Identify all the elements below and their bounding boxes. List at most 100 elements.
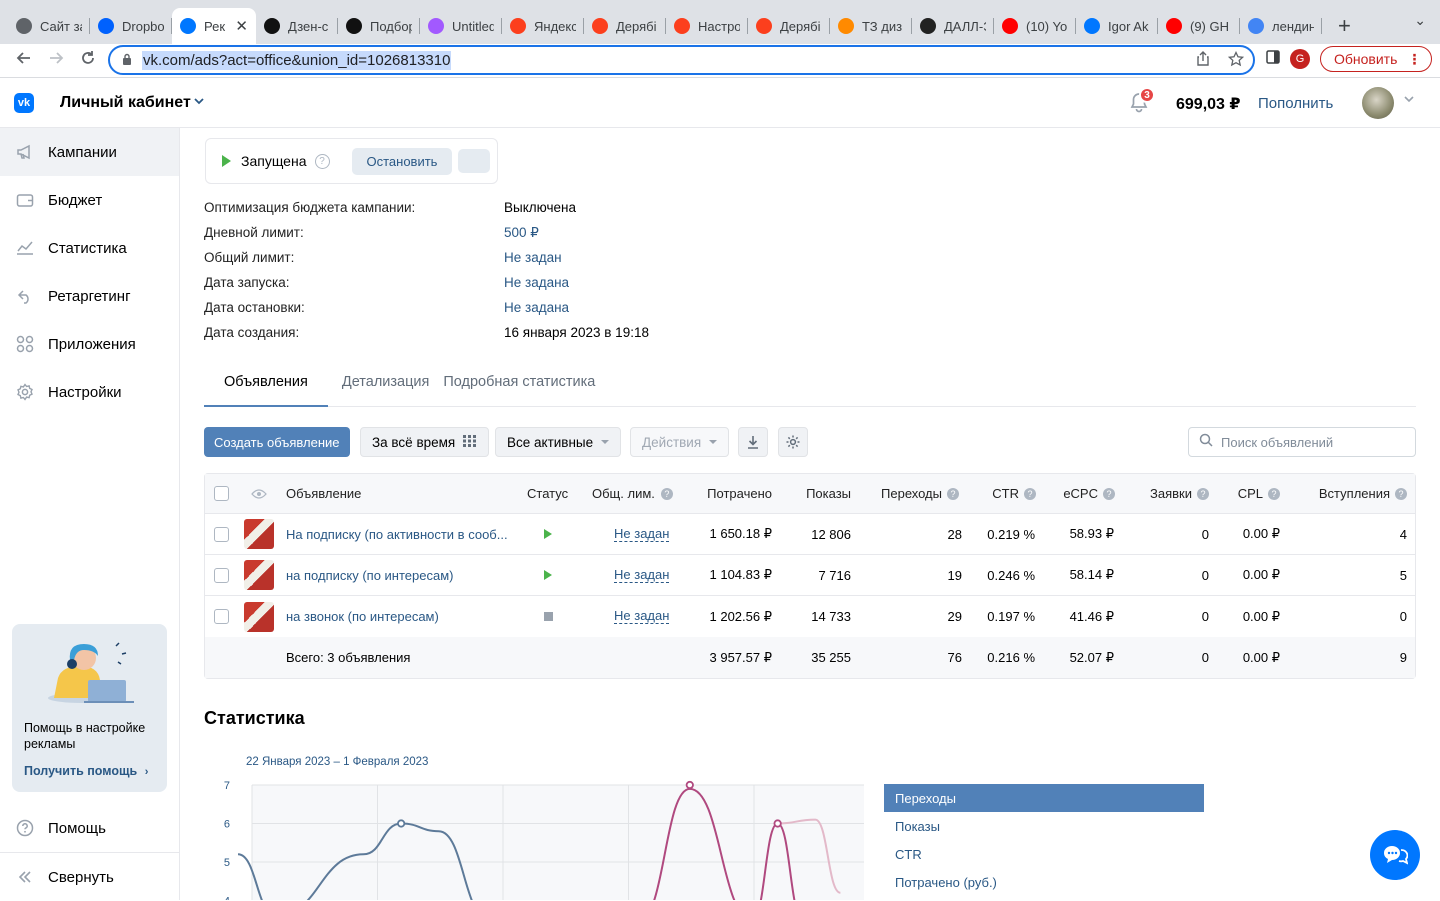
limit-value-link[interactable]: Не задан: [614, 609, 670, 624]
legend-item[interactable]: Переходы: [884, 784, 1204, 812]
question-icon[interactable]: ?: [314, 153, 330, 169]
ad-name-link[interactable]: на подписку (по интересам): [286, 568, 453, 583]
chat-support-button[interactable]: [1370, 830, 1420, 880]
row-checkbox[interactable]: [214, 526, 229, 542]
ad-name-link[interactable]: На подписку (по активности в сооб...: [286, 527, 508, 542]
ad-name-link[interactable]: на звонок (по интересам): [286, 609, 439, 624]
ad-thumbnail[interactable]: [244, 601, 274, 632]
sidebar-item-apps[interactable]: Приложения: [0, 320, 179, 368]
sidebar-item-retargeting[interactable]: Ретаргетинг: [0, 272, 179, 320]
browser-tab[interactable]: Яндекс: [502, 8, 584, 44]
running-status-icon[interactable]: [544, 529, 552, 539]
download-icon[interactable]: [738, 427, 768, 457]
back-arrow-icon[interactable]: [8, 50, 40, 71]
actions-dropdown[interactable]: Действия: [630, 427, 730, 457]
sidebar-item-settings[interactable]: Настройки: [0, 368, 179, 416]
select-all-checkbox[interactable]: [214, 486, 229, 501]
browser-tab[interactable]: (9) GH: [1158, 8, 1240, 44]
ad-thumbnail[interactable]: [244, 519, 274, 549]
profile-avatar[interactable]: G: [1290, 49, 1310, 69]
tab-search-chevron-icon[interactable]: ⌄: [1414, 12, 1426, 29]
column-header-status[interactable]: Статус: [527, 474, 568, 513]
browser-tab[interactable]: Подбор: [338, 8, 420, 44]
page-title[interactable]: Личный кабинет: [60, 94, 191, 112]
sidebar-collapse-button[interactable]: Свернуть: [0, 853, 180, 901]
column-header-joins[interactable]: Вступления?: [1319, 474, 1407, 513]
question-icon[interactable]: ?: [1395, 487, 1407, 500]
column-header-spent[interactable]: Потрачено: [707, 474, 772, 513]
url-text[interactable]: vk.com/ads?act=office&union_id=102681331…: [142, 50, 452, 70]
ad-thumbnail[interactable]: [244, 560, 274, 590]
filter-dropdown[interactable]: Все активные: [495, 427, 622, 457]
tab-details[interactable]: Детализация: [328, 362, 429, 406]
browser-tab[interactable]: Рек ✕: [172, 8, 256, 44]
stopped-status-icon[interactable]: [544, 612, 553, 621]
row-checkbox[interactable]: [214, 567, 229, 583]
tab-detailed-stats[interactable]: Подробная статистика: [429, 362, 595, 406]
limit-value-link[interactable]: Не задан: [614, 526, 670, 542]
side-panel-icon[interactable]: [1266, 49, 1280, 69]
topup-link[interactable]: Пополнить: [1258, 95, 1333, 112]
browser-tab[interactable]: Дерябі: [584, 8, 666, 44]
reload-icon[interactable]: [72, 50, 104, 71]
legend-item[interactable]: CTR: [884, 840, 1204, 868]
legend-item[interactable]: Показы: [884, 812, 1204, 840]
question-icon[interactable]: ?: [1197, 487, 1209, 500]
column-header-ctr[interactable]: CTR?: [992, 474, 1036, 513]
gear-icon[interactable]: [778, 427, 808, 457]
search-input[interactable]: [1221, 434, 1411, 450]
browser-tab[interactable]: ДАЛЛ-Э: [912, 8, 994, 44]
chevron-down-icon[interactable]: [1404, 95, 1414, 106]
browser-tab[interactable]: Дзен-с: [256, 8, 338, 44]
share-icon[interactable]: [1196, 51, 1210, 70]
update-browser-button[interactable]: Обновить ⋮: [1320, 46, 1433, 72]
question-icon[interactable]: ?: [947, 487, 959, 500]
column-header-limit[interactable]: Общ. лим.?: [592, 474, 673, 513]
browser-tab[interactable]: Untitled: [420, 8, 502, 44]
property-value[interactable]: Не задана: [504, 300, 569, 325]
tab-ads[interactable]: Объявления: [204, 362, 328, 407]
browser-tab[interactable]: Dropbo: [90, 8, 172, 44]
property-value[interactable]: Не задана: [504, 275, 569, 300]
question-icon[interactable]: ?: [1103, 487, 1115, 500]
column-header-ad[interactable]: Объявление: [286, 474, 361, 513]
legend-item[interactable]: Потрачено (руб.): [884, 868, 1204, 896]
date-range-link[interactable]: 22 Января 2023 – 1 Февраля 2023: [246, 756, 428, 768]
bookmark-star-icon[interactable]: [1227, 50, 1245, 71]
browser-tab[interactable]: Настро: [666, 8, 748, 44]
stop-button[interactable]: Остановить: [351, 147, 453, 175]
avatar[interactable]: [1362, 87, 1394, 119]
get-help-link[interactable]: Получить помощь ›: [24, 764, 148, 778]
create-ad-button[interactable]: Создать объявление: [204, 427, 350, 457]
row-checkbox[interactable]: [214, 609, 229, 624]
eye-icon[interactable]: [251, 474, 267, 513]
sidebar-item-campaigns[interactable]: Кампании: [0, 128, 179, 176]
property-value[interactable]: Не задан: [504, 250, 562, 275]
column-header-cpl[interactable]: CPL?: [1238, 474, 1280, 513]
column-header-leads[interactable]: Заявки?: [1150, 474, 1209, 513]
question-icon[interactable]: ?: [1024, 487, 1036, 500]
browser-tab[interactable]: лендин: [1240, 8, 1322, 44]
sidebar-item-help[interactable]: Помощь: [0, 804, 180, 852]
ad-search-field[interactable]: [1188, 427, 1416, 457]
sidebar-item-budget[interactable]: Бюджет: [0, 176, 179, 224]
column-header-impressions[interactable]: Показы: [806, 474, 851, 513]
question-icon[interactable]: ?: [1268, 487, 1280, 500]
more-button[interactable]: [458, 149, 491, 173]
browser-tab[interactable]: ТЗ диз: [830, 8, 912, 44]
new-tab-plus-icon[interactable]: +: [1338, 8, 1351, 44]
address-bar[interactable]: vk.com/ads?act=office&union_id=102681331…: [108, 45, 1255, 75]
browser-tab[interactable]: Igor Ak: [1076, 8, 1158, 44]
browser-tab[interactable]: (10) Yo: [994, 8, 1076, 44]
close-icon[interactable]: ✕: [235, 17, 248, 35]
browser-tab[interactable]: Дерябі: [748, 8, 830, 44]
question-icon[interactable]: ?: [660, 487, 673, 500]
vk-logo-icon[interactable]: vk: [14, 93, 34, 113]
browser-tab[interactable]: Сайт за: [8, 8, 90, 44]
column-header-clicks[interactable]: Переходы?: [881, 474, 959, 513]
chevron-down-icon[interactable]: [194, 96, 204, 108]
column-header-ecpc[interactable]: eCPC?: [1063, 474, 1115, 513]
period-button[interactable]: За всё время: [360, 427, 490, 457]
forward-arrow-icon[interactable]: [40, 50, 72, 71]
property-value[interactable]: 500 ₽: [504, 225, 539, 250]
